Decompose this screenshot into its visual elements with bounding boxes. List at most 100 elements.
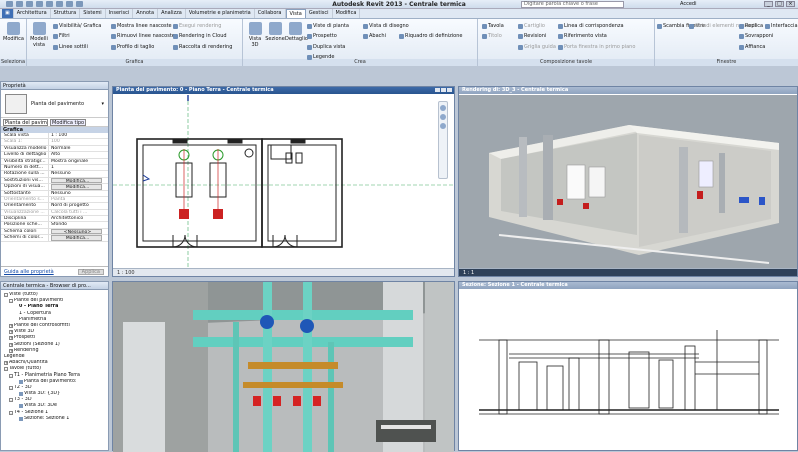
tool-icon <box>307 33 312 39</box>
search-input[interactable]: Digitare parola chiave o frase <box>521 1 624 8</box>
ribbon-item[interactable]: Mostra linee nascoste <box>111 23 172 29</box>
render-view-controls[interactable]: 1 : 1 <box>459 268 797 276</box>
tab-8[interactable]: Vista <box>285 9 306 18</box>
minimize-icon[interactable]: _ <box>764 1 773 7</box>
ribbon-item[interactable]: Duplica vista <box>307 44 345 50</box>
view-icon <box>19 416 23 421</box>
ribbon-big-button[interactable]: Vista 3D <box>245 22 265 48</box>
expand-icon[interactable]: + <box>9 336 13 341</box>
tab-3[interactable]: Inserisci <box>106 9 134 18</box>
edit-type-button[interactable]: Modifica tipo <box>50 119 87 126</box>
ribbon-item[interactable]: Titolo <box>482 33 502 39</box>
close-icon[interactable]: × <box>786 1 795 7</box>
tab-5[interactable]: Analizza <box>158 9 186 18</box>
tree-node[interactable]: Sezione: Sezione 1 <box>4 416 108 422</box>
property-row[interactable]: Schemi di color... Modifica... <box>1 235 108 242</box>
application-menu-button[interactable]: ▣ <box>2 9 14 18</box>
expand-icon[interactable]: + <box>4 361 8 366</box>
render-view[interactable]: Rendering di: 3D_3 - Centrale termica 1 … <box>458 86 798 277</box>
ribbon-item[interactable]: Tavola <box>482 23 504 29</box>
photo-view <box>112 281 455 452</box>
navigation-bar[interactable] <box>438 101 448 179</box>
ribbon-item[interactable]: Legende <box>307 54 334 60</box>
ribbon-big-button[interactable]: Dettaglio <box>285 22 308 42</box>
expand-icon[interactable]: - <box>9 299 13 304</box>
tool-icon <box>689 23 694 29</box>
ribbon-item[interactable]: Visibilità/ Grafica <box>53 23 101 29</box>
dropdown-icon[interactable]: ▾ <box>101 101 104 107</box>
plan-view[interactable]: Pianta del pavimento: 0 - Piano Terra - … <box>112 86 455 277</box>
wheel-icon[interactable] <box>440 105 446 111</box>
ribbon-big-button[interactable]: Sezione <box>265 22 285 42</box>
ribbon-item[interactable]: Linee sottili <box>53 44 88 50</box>
section-view[interactable]: Sezione: Sezione 1 - Centrale termica <box>458 281 798 451</box>
tool-icon <box>53 33 58 39</box>
ribbon-item[interactable]: Linea di corrispondenza <box>558 23 624 29</box>
ribbon-big-button[interactable]: Modelli vista <box>29 22 49 48</box>
window-mark <box>172 138 188 144</box>
equipment <box>684 345 696 411</box>
ribbon-item[interactable]: Vista di disegno <box>363 23 409 29</box>
expand-icon[interactable]: - <box>9 410 13 415</box>
tab-4[interactable]: Annota <box>133 9 159 18</box>
tool-icon <box>173 33 178 39</box>
properties-help-link[interactable]: Guida alle proprietà Applica <box>1 266 108 276</box>
ribbon-item[interactable]: Riquadro di definizione <box>399 33 462 39</box>
ribbon-item[interactable]: Riferimento vista <box>558 33 607 39</box>
tool-icon <box>53 23 58 29</box>
ribbon-item[interactable]: Interfaccia utente <box>765 23 798 29</box>
ribbon-item[interactable]: Replica <box>739 23 763 29</box>
expand-icon[interactable]: - <box>4 293 8 298</box>
modify-button[interactable]: Modifica <box>3 22 24 42</box>
zoom-icon[interactable] <box>440 114 446 120</box>
pan-icon[interactable] <box>440 123 446 129</box>
expand-icon[interactable]: - <box>9 398 13 403</box>
tab-2[interactable]: Sistemi <box>80 9 106 18</box>
expand-icon[interactable]: + <box>9 324 13 329</box>
tab-7[interactable]: Collabora <box>255 9 286 18</box>
type-selector[interactable]: Pianta del pavimento ▾ <box>1 90 108 118</box>
ribbon-item[interactable]: Revisioni <box>518 33 546 39</box>
ribbon-item[interactable]: Esegui rendering <box>173 23 221 29</box>
tool-icon <box>173 23 178 29</box>
tab-9[interactable]: Gestisci <box>306 9 333 18</box>
instance-selector[interactable]: Pianta del pavim <box>3 119 48 126</box>
expand-icon[interactable]: - <box>4 367 8 372</box>
plan-view-controls[interactable]: 1 : 100 <box>113 268 454 276</box>
apply-button[interactable]: Applica <box>77 269 104 275</box>
project-browser-title: Centrale termica - Browser di pro... <box>1 282 108 290</box>
ribbon-item[interactable]: Griglia guida <box>518 44 556 50</box>
ribbon-item[interactable]: Prospetto <box>307 33 337 39</box>
expand-icon[interactable]: - <box>9 373 13 378</box>
tab-0[interactable]: Architettura <box>14 9 51 18</box>
expand-icon[interactable]: + <box>9 348 13 353</box>
expand-icon[interactable]: - <box>9 385 13 390</box>
ribbon-item[interactable]: Abachi <box>363 33 386 39</box>
section-mark[interactable] <box>142 174 151 182</box>
ribbon-item[interactable]: Filtri <box>53 33 70 39</box>
tab-1[interactable]: Struttura <box>51 9 81 18</box>
ribbon-item[interactable]: Rendering in Cloud <box>173 33 227 39</box>
plan-drawing[interactable] <box>113 95 454 269</box>
tab-6[interactable]: Volumetrie e planimetria <box>186 9 255 18</box>
ribbon-item[interactable]: Rimuovi linee nascoste <box>111 33 175 39</box>
sign-in-link[interactable]: Accedi <box>680 1 696 7</box>
view-icon <box>19 392 23 397</box>
ribbon-item[interactable]: Raccolta di rendering <box>173 44 232 50</box>
ribbon-item[interactable]: Viste di pianta <box>307 23 349 29</box>
tool-icon <box>482 33 487 39</box>
ribbon-item[interactable]: Cartiglio <box>518 23 545 29</box>
plan-view-title: Pianta del pavimento: 0 - Piano Terra - … <box>113 87 454 94</box>
expand-icon[interactable]: + <box>9 330 13 335</box>
ribbon-item[interactable]: Porta finestra in primo piano <box>558 44 635 50</box>
section-drawing[interactable] <box>459 290 797 450</box>
ribbon-item[interactable]: Affianca <box>739 44 765 50</box>
maximize-icon[interactable]: □ <box>775 1 784 7</box>
ribbon-item[interactable]: Sovrapponi <box>739 33 773 39</box>
tool-icon <box>558 33 563 39</box>
expand-icon[interactable]: + <box>9 342 13 347</box>
tool-icon <box>399 33 404 39</box>
ribbon-item[interactable]: Profilo di taglio <box>111 44 154 50</box>
title-bar: Autodesk Revit 2013 - Centrale termica D… <box>0 0 798 9</box>
tab-10[interactable]: Modifica <box>333 9 361 18</box>
